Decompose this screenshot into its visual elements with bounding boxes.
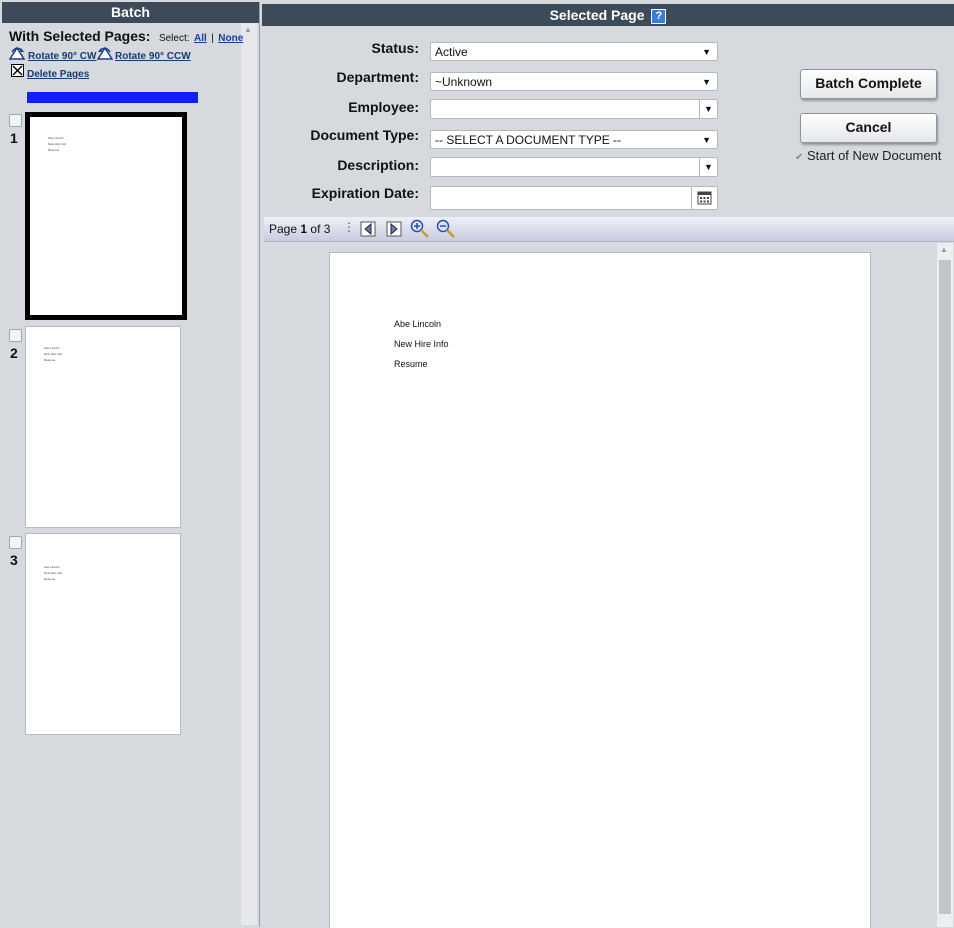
chevron-down-icon[interactable]: ▼	[699, 100, 717, 118]
employee-label: Employee:	[348, 99, 419, 115]
batch-complete-button[interactable]: Batch Complete	[800, 69, 937, 99]
thumb-3-line-3: Resume	[44, 577, 56, 581]
rotate-cw-link[interactable]: Rotate 90° CW	[28, 51, 96, 62]
selected-page-header: Selected Page ?	[262, 4, 954, 26]
chevron-down-icon[interactable]: ▼	[699, 158, 717, 176]
page-3-checkbox[interactable]	[9, 536, 22, 549]
calendar-icon[interactable]	[691, 187, 717, 209]
batch-scrollbar[interactable]: ▲	[241, 23, 257, 925]
thumb-2-line-3: Resume	[44, 358, 56, 362]
employee-combobox[interactable]: ▼	[430, 99, 718, 119]
with-selected-label: With Selected Pages:	[9, 28, 151, 44]
select-label: Select:	[158, 33, 190, 44]
page-2-thumbnail[interactable]: Abe Lincoln New Hire Info Resume	[25, 326, 181, 528]
start-new-document-row: ✔ Start of New Document	[795, 148, 941, 163]
with-selected-row: With Selected Pages: Select: All | None	[9, 28, 243, 46]
batch-panel-title: Batch	[2, 2, 259, 23]
viewer-scrollbar-thumb[interactable]	[939, 260, 951, 914]
page-total: of 3	[310, 222, 331, 236]
next-page-icon[interactable]	[386, 221, 402, 237]
doc-line-2: New Hire Info	[394, 339, 449, 349]
document-type-value: -- SELECT A DOCUMENT TYPE --	[435, 133, 622, 147]
batch-progress-bar	[27, 92, 198, 103]
select-none-link[interactable]: None	[218, 33, 243, 44]
status-label: Status:	[371, 40, 419, 56]
page-3-number: 3	[10, 552, 18, 568]
thumb-1-line-3: Resume	[48, 148, 60, 152]
select-separator: |	[211, 33, 214, 44]
select-all-link[interactable]: All	[194, 33, 207, 44]
zoom-in-icon[interactable]	[410, 219, 430, 239]
document-page: Abe Lincoln New Hire Info Resume	[329, 252, 871, 928]
page-2-checkbox[interactable]	[9, 329, 22, 342]
selected-page-title: Selected Page	[549, 7, 645, 23]
help-icon[interactable]: ?	[651, 9, 667, 24]
expiration-date-label: Expiration Date:	[311, 185, 419, 201]
rotate-ccw-link[interactable]: Rotate 90° CCW	[115, 51, 191, 62]
doc-line-3: Resume	[394, 359, 428, 369]
cancel-button[interactable]: Cancel	[800, 113, 937, 143]
page-3-thumbnail[interactable]: Abe Lincoln New Hire Info Resume	[25, 533, 181, 735]
page-current: 1	[300, 222, 308, 236]
department-select[interactable]: ~Unknown ▼	[430, 72, 718, 91]
description-combobox[interactable]: ▼	[430, 157, 718, 177]
page-1-number: 1	[10, 130, 18, 146]
previous-page-icon[interactable]	[360, 221, 376, 237]
toolbar-separator-icon: ⋮	[343, 220, 355, 234]
start-new-document-checkbox[interactable]: ✔	[795, 152, 803, 163]
chevron-down-icon: ▼	[702, 135, 711, 145]
chevron-down-icon: ▼	[702, 77, 711, 87]
department-label: Department:	[336, 69, 419, 85]
status-value: Active	[435, 45, 468, 59]
delete-icon[interactable]	[11, 64, 24, 77]
document-type-label: Document Type:	[310, 127, 419, 143]
page-2-number: 2	[10, 345, 18, 361]
page-1-checkbox[interactable]	[9, 114, 22, 127]
zoom-out-icon[interactable]	[436, 219, 456, 239]
scroll-up-icon[interactable]: ▲	[940, 245, 948, 254]
viewer-toolbar: Page 1 of 3 ⋮	[264, 217, 954, 242]
page-1-thumbnail[interactable]: Abe Lincoln New Hire Info Resume	[25, 112, 187, 320]
page-indicator: Page 1 of 3	[269, 217, 330, 241]
page-prefix: Page	[269, 222, 298, 236]
status-select[interactable]: Active ▼	[430, 42, 718, 61]
rotate-cw-icon[interactable]	[9, 46, 26, 60]
document-type-select[interactable]: -- SELECT A DOCUMENT TYPE -- ▼	[430, 130, 718, 149]
scroll-up-icon[interactable]: ▲	[244, 25, 252, 34]
department-value: ~Unknown	[435, 75, 493, 89]
delete-pages-link[interactable]: Delete Pages	[27, 69, 89, 80]
start-new-document-label: Start of New Document	[807, 148, 942, 163]
chevron-down-icon: ▼	[702, 47, 711, 57]
viewer-scrollbar[interactable]: ▲	[937, 243, 953, 927]
doc-line-1: Abe Lincoln	[394, 319, 442, 329]
expiration-date-input[interactable]	[430, 186, 718, 210]
description-label: Description:	[337, 157, 419, 173]
rotate-ccw-icon[interactable]	[97, 46, 114, 60]
